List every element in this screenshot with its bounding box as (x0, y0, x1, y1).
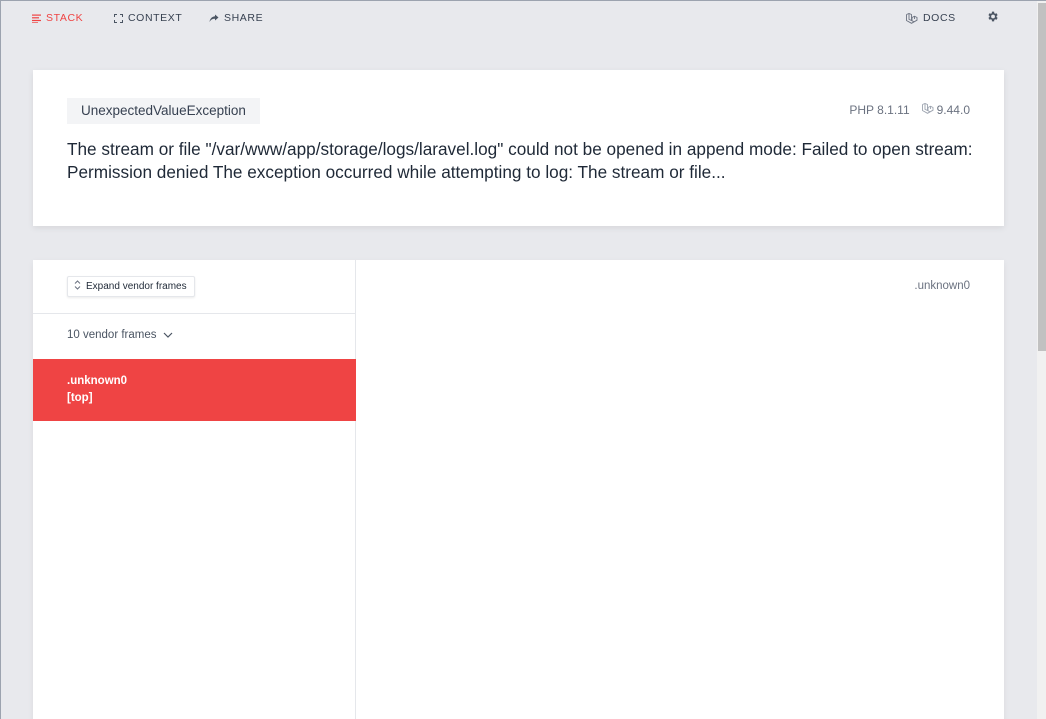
frame-name: .unknown0 (67, 375, 128, 387)
laravel-icon (906, 12, 918, 24)
exception-header-card: UnexpectedValueException PHP 8.1.11 9.44… (33, 70, 1004, 226)
settings-button[interactable] (986, 10, 999, 23)
nav-docs-label: DOCS (923, 12, 956, 24)
exception-message: The stream or file "/var/www/app/storage… (67, 139, 973, 182)
expand-vendor-frames-button[interactable]: Expand vendor frames (67, 276, 195, 297)
nav-context-label: CONTEXT (128, 12, 183, 24)
nav-docs[interactable]: DOCS (906, 12, 956, 24)
nav-context[interactable]: CONTEXT (114, 12, 182, 24)
expand-icon (114, 13, 123, 23)
frame-label: [top] (67, 392, 93, 404)
page-scrollbar[interactable] (1037, 1, 1046, 719)
frame-detail: .unknown0 (357, 260, 1004, 719)
divider (33, 313, 356, 314)
chevron-up-down-icon (74, 280, 81, 293)
nav-stack[interactable]: STACK (32, 12, 83, 24)
vendor-frames-toggle[interactable]: 10 vendor frames (67, 329, 173, 341)
top-nav: STACK CONTEXT SHARE DOCS (1, 1, 1037, 35)
stack-trace-card: Expand vendor frames 10 vendor frames .u… (33, 260, 1004, 719)
ignition-error-page: STACK CONTEXT SHARE DOCS UnexpectedValue… (0, 0, 1046, 719)
exception-class: UnexpectedValueException (67, 98, 260, 124)
laravel-version-label: 9.44.0 (936, 103, 970, 117)
nav-stack-label: STACK (46, 12, 84, 24)
frame-file-name: .unknown0 (914, 280, 970, 292)
list-icon (32, 14, 41, 23)
expand-vendor-frames-label: Expand vendor frames (86, 281, 187, 292)
laravel-icon (921, 103, 934, 117)
chevron-down-icon (163, 329, 173, 341)
nav-share-label: SHARE (224, 12, 264, 24)
stack-frame-selected[interactable]: .unknown0 [top] (33, 359, 356, 421)
nav-share[interactable]: SHARE (209, 12, 263, 24)
version-info: PHP 8.1.11 9.44.0 (849, 103, 970, 117)
frames-list: Expand vendor frames 10 vendor frames .u… (33, 260, 356, 719)
vendor-frames-label: 10 vendor frames (67, 329, 157, 341)
scrollbar-thumb[interactable] (1038, 3, 1046, 351)
gear-icon (986, 10, 999, 23)
php-version: PHP 8.1.11 (849, 103, 910, 117)
share-arrow-icon (209, 14, 219, 23)
laravel-version: 9.44.0 (921, 103, 970, 117)
